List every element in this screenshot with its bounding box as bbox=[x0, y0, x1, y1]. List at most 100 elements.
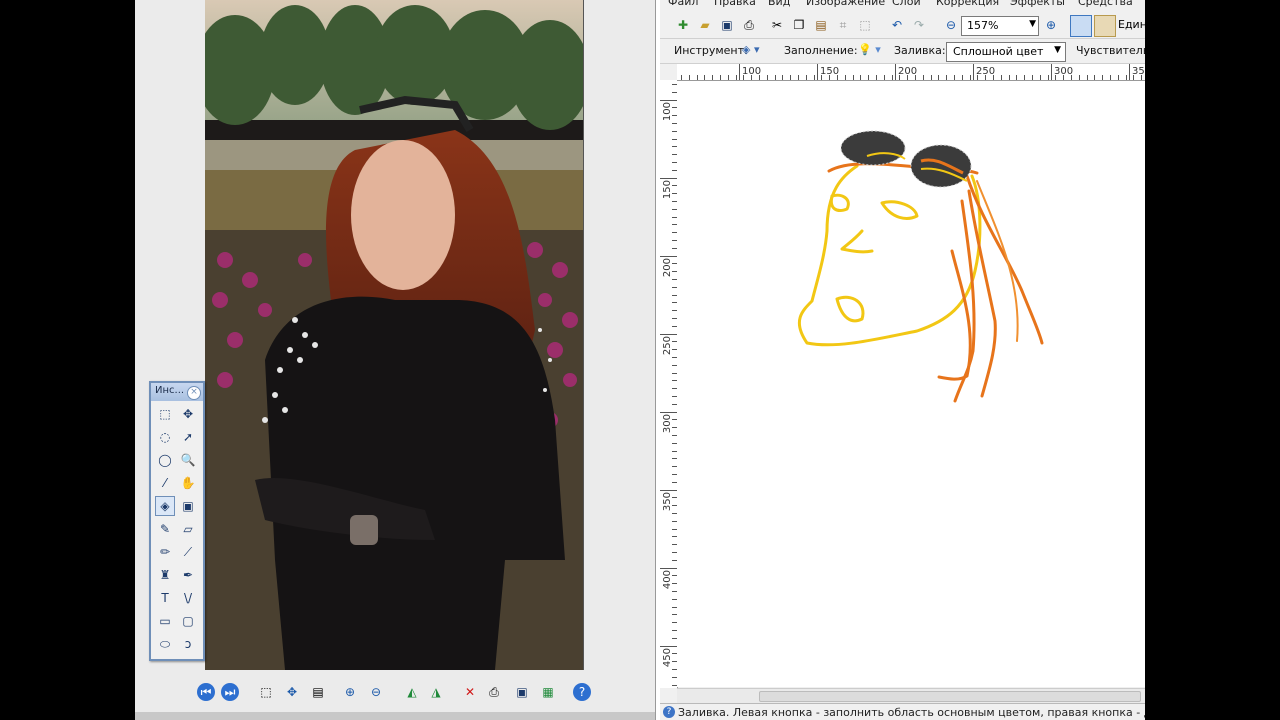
ruler-label: 300 bbox=[662, 414, 673, 434]
zoom-out-icon[interactable]: ⊖ bbox=[367, 683, 385, 701]
crop-icon[interactable]: ⌗ bbox=[834, 16, 852, 34]
color-picker-icon[interactable]: ⟋ bbox=[178, 542, 198, 562]
actual-size-icon[interactable]: ✥ bbox=[283, 683, 301, 701]
tools-palette: Инс... × ⬚ ✥ ◌ ➚ ◯ 🔍 ⁄ ✋ ◈ ▣ ✎ ▱ ✏ ⟋ ♜ ✒ T \/▭ ▢ ⬭ ↄ bbox=[149, 381, 205, 661]
help-icon[interactable]: ? bbox=[573, 683, 591, 701]
ruler-minor-tick bbox=[689, 75, 690, 80]
fill-type-select[interactable]: Сплошной цвет ▼ bbox=[946, 42, 1066, 62]
photo-preview bbox=[205, 0, 584, 670]
pencil-icon[interactable]: ✏ bbox=[155, 542, 175, 562]
magic-wand-icon[interactable]: ⁄ bbox=[155, 473, 175, 493]
menu-layers[interactable]: Слои bbox=[892, 0, 921, 8]
menu-adjustments[interactable]: Коррекция bbox=[936, 0, 999, 8]
ruler-label: 150 bbox=[662, 180, 673, 200]
ruler-minor-tick bbox=[1141, 75, 1142, 80]
nose-stroke bbox=[840, 229, 874, 254]
scroll-thumb[interactable] bbox=[759, 691, 1141, 702]
open-file-icon[interactable]: ▰ bbox=[696, 16, 714, 34]
zoom-icon[interactable]: 🔍 bbox=[178, 450, 198, 470]
delete-icon[interactable]: ✕ bbox=[461, 683, 479, 701]
image-viewer-window: ⏮ ⏭ ⬚ ✥ ▤ ⊕ ⊖ ◭ ◮ ✕ ⎙ ▣ ▦ ? bbox=[135, 0, 655, 720]
drawing-canvas[interactable] bbox=[677, 81, 1145, 687]
ruler-minor-tick bbox=[993, 75, 994, 80]
save-icon[interactable]: ▣ bbox=[513, 683, 531, 701]
ruler-minor-tick bbox=[1102, 75, 1103, 80]
screen-border bbox=[1145, 0, 1280, 720]
ruler-minor-tick bbox=[782, 75, 783, 80]
undo-icon[interactable]: ↶ bbox=[888, 16, 906, 34]
copy-icon[interactable]: ❐ bbox=[790, 16, 808, 34]
prev-icon[interactable]: ⏮ bbox=[197, 683, 215, 701]
deselect-icon[interactable]: ⬚ bbox=[856, 16, 874, 34]
rounded-rectangle-icon[interactable]: ▢ bbox=[178, 611, 198, 631]
freeform-shape-icon[interactable]: ↄ bbox=[178, 634, 198, 654]
lasso-select-icon[interactable]: ◌ bbox=[155, 427, 175, 447]
text-icon[interactable]: T bbox=[155, 588, 175, 608]
move-selected-icon[interactable]: ➚ bbox=[178, 427, 198, 447]
ruler-minor-tick bbox=[1016, 75, 1017, 80]
paintbrush-icon[interactable]: ✎ bbox=[155, 519, 175, 539]
ruler-minor-tick bbox=[1040, 75, 1041, 80]
gradient-icon[interactable]: ▣ bbox=[178, 496, 198, 516]
zoom-out-icon[interactable]: ⊖ bbox=[942, 16, 960, 34]
ruler-minor-tick bbox=[907, 75, 908, 80]
move-selection-icon[interactable]: ✥ bbox=[178, 404, 198, 424]
menu-utilities[interactable]: Средства bbox=[1078, 0, 1133, 8]
fit-icon[interactable]: ⬚ bbox=[257, 683, 275, 701]
save-file-icon[interactable]: ▣ bbox=[718, 16, 736, 34]
slideshow-icon[interactable]: ▤ bbox=[309, 683, 327, 701]
vertical-ruler: 100 150 200 250 300 350 400 450 bbox=[660, 80, 678, 688]
ruler-label: 250 bbox=[662, 336, 673, 356]
edit-icon[interactable]: ▦ bbox=[539, 683, 557, 701]
zoom-in-icon[interactable]: ⊕ bbox=[1042, 16, 1060, 34]
grid-toggle-icon[interactable] bbox=[1070, 15, 1092, 37]
rotate-right-icon[interactable]: ◮ bbox=[427, 683, 445, 701]
ruler-minor-tick bbox=[1063, 75, 1064, 80]
close-icon[interactable]: × bbox=[187, 386, 201, 400]
ruler-toggle-icon[interactable] bbox=[1094, 15, 1116, 37]
zoom-select[interactable]: 157% ▼ bbox=[961, 16, 1039, 36]
new-file-icon[interactable]: ✚ bbox=[674, 16, 692, 34]
ruler-minor-tick bbox=[751, 75, 752, 80]
ruler-minor-tick bbox=[759, 75, 760, 80]
horizontal-scrollbar[interactable] bbox=[677, 688, 1145, 703]
next-icon[interactable]: ⏭ bbox=[221, 683, 239, 701]
rectangle-select-icon[interactable]: ⬚ bbox=[155, 404, 175, 424]
paste-icon[interactable]: ▤ bbox=[812, 16, 830, 34]
rotate-left-icon[interactable]: ◭ bbox=[403, 683, 421, 701]
print-icon[interactable]: ⎙ bbox=[485, 683, 503, 701]
line-curve-icon[interactable]: \/ bbox=[178, 588, 198, 608]
zoom-in-icon[interactable]: ⊕ bbox=[341, 683, 359, 701]
cut-icon[interactable]: ✂ bbox=[768, 16, 786, 34]
menu-file[interactable]: Файл bbox=[668, 0, 698, 8]
ellipse-select-icon[interactable]: ◯ bbox=[155, 450, 175, 470]
pan-icon[interactable]: ✋ bbox=[178, 473, 198, 493]
paint-bucket-icon[interactable]: ◈ bbox=[155, 496, 175, 516]
print-file-icon[interactable]: ⎙ bbox=[740, 16, 758, 34]
paint-editor-window: Файл Правка Вид Изображение Слои Коррекц… bbox=[660, 0, 1145, 720]
mouth-stroke bbox=[835, 295, 865, 323]
clone-stamp-icon[interactable]: ♜ bbox=[155, 565, 175, 585]
ruler-minor-tick bbox=[1024, 75, 1025, 80]
paint-bucket-icon[interactable]: ◈ ▾ bbox=[742, 43, 759, 56]
menu-effects[interactable]: Эффекты bbox=[1010, 0, 1065, 8]
rectangle-icon[interactable]: ▭ bbox=[155, 611, 175, 631]
menu-image[interactable]: Изображение bbox=[806, 0, 885, 8]
ruler-major-tick bbox=[1129, 64, 1130, 80]
palette-titlebar[interactable]: Инс... × bbox=[151, 383, 203, 401]
eraser-icon[interactable]: ▱ bbox=[178, 519, 198, 539]
ellipse-icon[interactable]: ⬭ bbox=[155, 634, 175, 654]
menu-edit[interactable]: Правка bbox=[714, 0, 756, 8]
menu-view[interactable]: Вид bbox=[768, 0, 790, 8]
ruler-major-tick bbox=[739, 64, 740, 80]
ruler-minor-tick bbox=[938, 75, 939, 80]
redo-icon[interactable]: ↷ bbox=[910, 16, 928, 34]
ruler-minor-tick bbox=[720, 75, 721, 80]
ruler-minor-tick bbox=[1110, 75, 1111, 80]
ruler-minor-tick bbox=[962, 75, 963, 80]
recolor-icon[interactable]: ✒ bbox=[178, 565, 198, 585]
ruler-minor-tick bbox=[736, 75, 737, 80]
tolerance-label: Чувствитель bbox=[1076, 44, 1145, 57]
fill-mode-icon[interactable]: 💡 ▾ bbox=[858, 43, 881, 56]
ruler-minor-tick bbox=[860, 75, 861, 80]
